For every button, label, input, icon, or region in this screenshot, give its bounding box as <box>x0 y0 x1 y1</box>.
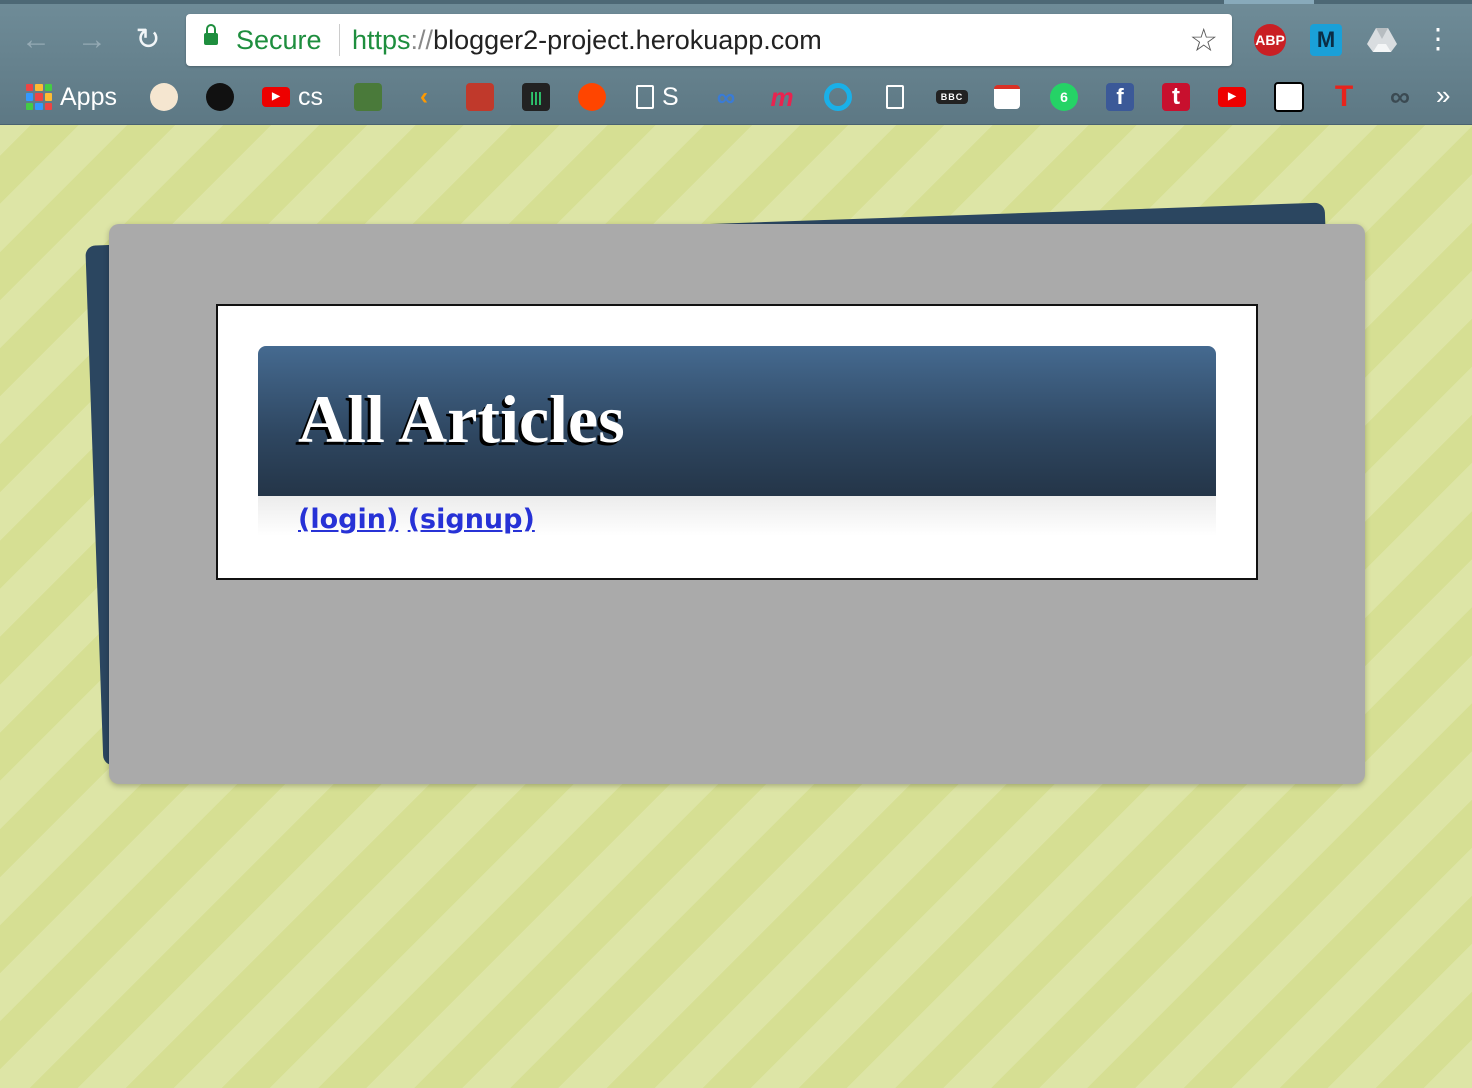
circle-icon <box>824 83 852 111</box>
bookmark-tumblr[interactable]: t <box>1162 80 1190 114</box>
bookmarks-overflow-icon[interactable]: » <box>1436 80 1450 111</box>
m-app-icon: m <box>770 82 794 112</box>
bar-chart-icon: ||| <box>522 83 550 111</box>
reddit-icon <box>578 83 606 111</box>
address-bar[interactable]: Secure https://blogger2-project.herokuap… <box>186 14 1232 66</box>
auth-links: (login) (signup) <box>298 504 535 535</box>
lock-icon <box>204 24 218 45</box>
url-separator: :// <box>410 25 434 55</box>
tab-strip <box>0 0 1472 4</box>
bookmark-whatsapp[interactable]: 6 <box>1050 80 1078 114</box>
bookmark-chart-app[interactable]: ||| <box>522 80 550 114</box>
adblock-extension-icon[interactable]: ABP <box>1254 24 1286 56</box>
bookmark-github[interactable] <box>206 80 234 114</box>
bookmark-facebook[interactable]: f <box>1106 80 1134 114</box>
google-drive-icon[interactable] <box>1366 24 1398 56</box>
red-app-icon <box>466 83 494 111</box>
arrow-right-icon: → <box>77 23 107 56</box>
youtube-icon: ▶ <box>1218 87 1246 107</box>
bookmark-leetcode[interactable]: ‹ <box>410 80 438 114</box>
whatsapp-icon: 6 <box>1050 83 1078 111</box>
bookmark-youtube-cs[interactable]: ▶ cs <box>262 80 323 114</box>
bookmark-apps[interactable]: Apps <box>26 80 117 114</box>
active-tab[interactable] <box>1224 0 1314 4</box>
bookmark-star-icon[interactable]: ☆ <box>1189 20 1218 60</box>
loop-icon: ∞ <box>1390 81 1410 112</box>
bookmark-m-app[interactable]: m <box>768 80 796 114</box>
url-host: blogger2-project.herokuapp.com <box>433 25 822 55</box>
browser-menu-icon[interactable]: ⋮ <box>1424 24 1452 56</box>
bookmarks-bar: Apps ▶ cs ‹ ||| S ∞ m BBC 6 f t ▶ T ∞ <box>0 72 1472 122</box>
signup-link[interactable]: (signup) <box>408 504 535 535</box>
gmail-icon <box>994 85 1020 109</box>
apps-grid-icon <box>26 84 52 110</box>
page-header: All Articles <box>258 346 1216 496</box>
bookmark-infinity[interactable]: ∞ <box>712 80 740 114</box>
bookmark-cs-label: cs <box>298 82 323 111</box>
reload-button[interactable]: ↻ <box>130 22 166 58</box>
tumblr-icon: t <box>1162 83 1190 111</box>
bookmark-bbc[interactable]: BBC <box>936 80 968 114</box>
people-icon <box>1274 82 1304 112</box>
bookmark-apps-label: Apps <box>60 82 117 111</box>
bookmark-wizard[interactable] <box>150 80 178 114</box>
articles-panel: All Articles (login) (signup) <box>216 304 1258 580</box>
bookmark-s[interactable]: S <box>636 80 679 114</box>
bookmark-youtube[interactable]: ▶ <box>1218 80 1246 114</box>
url-scheme: https <box>352 25 411 55</box>
bookmark-green-app[interactable] <box>354 80 382 114</box>
bookmark-loop-app[interactable]: ∞ <box>1386 80 1414 114</box>
url-text[interactable]: https://blogger2-project.herokuapp.com <box>352 25 822 56</box>
leetcode-icon: ‹ <box>420 83 428 110</box>
bookmark-reddit[interactable] <box>578 80 606 114</box>
facebook-icon: f <box>1106 83 1134 111</box>
arrow-left-icon: ← <box>21 23 51 56</box>
back-button[interactable]: ← <box>18 22 54 58</box>
green-app-icon <box>354 83 382 111</box>
bookmark-people-app[interactable] <box>1274 80 1304 114</box>
secure-label: Secure <box>236 25 322 55</box>
m-extension-icon[interactable]: M <box>1310 24 1342 56</box>
wizard-icon <box>150 83 178 111</box>
bookmark-circle-app[interactable] <box>824 80 852 114</box>
page-icon <box>886 85 904 109</box>
address-divider <box>339 24 340 56</box>
youtube-icon: ▶ <box>262 87 290 107</box>
bookmark-s-label: S <box>662 82 679 111</box>
bbc-icon: BBC <box>936 90 968 104</box>
browser-chrome: ← → ↻ Secure https://blogger2-project.he… <box>0 0 1472 125</box>
bookmark-page[interactable] <box>886 80 904 114</box>
t-app-icon: T <box>1334 80 1354 113</box>
infinity-icon: ∞ <box>716 82 736 112</box>
page-icon <box>636 85 654 109</box>
forward-button[interactable]: → <box>74 22 110 58</box>
page-title: All Articles <box>298 381 625 457</box>
login-link[interactable]: (login) <box>298 504 398 535</box>
reload-icon: ↻ <box>135 23 161 56</box>
github-icon <box>206 83 234 111</box>
bookmark-t-app[interactable]: T <box>1330 80 1358 114</box>
bookmark-red-app[interactable] <box>466 80 494 114</box>
bookmark-gmail[interactable] <box>994 80 1020 114</box>
